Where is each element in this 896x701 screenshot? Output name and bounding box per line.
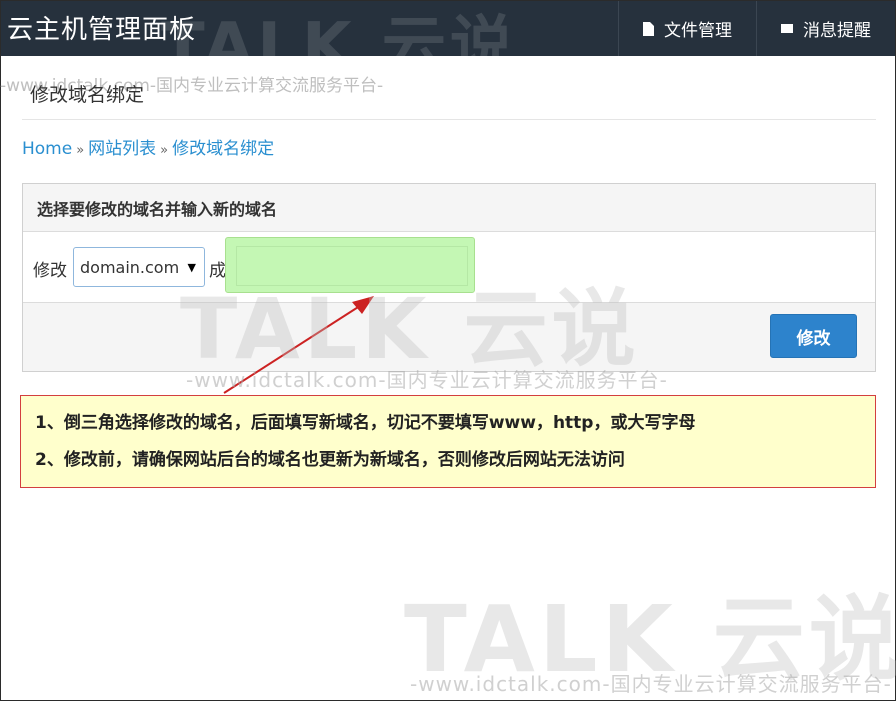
domain-select[interactable]: domain.com ▼: [73, 247, 205, 287]
new-domain-field-highlight: [225, 237, 475, 293]
app-title: 云主机管理面板: [7, 15, 197, 45]
panel-title: 选择要修改的域名并输入新的域名: [23, 184, 875, 232]
breadcrumb-separator: »: [76, 143, 85, 158]
nav-file-manager[interactable]: 文件管理: [618, 1, 756, 56]
to-label: 成: [209, 261, 226, 281]
mail-icon: [781, 24, 793, 33]
nav-messages-label: 消息提醒: [803, 21, 871, 41]
notice-line: 2、修改前，请确保网站后台的域名也更新为新域名，否则修改后网站无法访问: [35, 450, 625, 470]
breadcrumb: Home» 网站列表» 修改域名绑定: [22, 134, 274, 159]
domain-select-value: domain.com: [80, 257, 180, 277]
file-icon: [643, 21, 654, 36]
page-title: 修改域名绑定: [30, 84, 145, 106]
breadcrumb-current[interactable]: 修改域名绑定: [172, 139, 274, 159]
top-navbar: TALK 云说 云主机管理面板 文件管理 消息提醒: [1, 1, 895, 84]
domain-edit-panel: 选择要修改的域名并输入新的域名 修改 domain.com ▼ 成 修改: [22, 183, 876, 372]
submit-button[interactable]: 修改: [770, 314, 857, 358]
nav-file-manager-label: 文件管理: [664, 21, 732, 41]
panel-body: 修改 domain.com ▼ 成: [23, 232, 875, 303]
divider: [22, 119, 876, 120]
new-domain-input[interactable]: [236, 246, 468, 286]
top-nav: 文件管理 消息提醒: [618, 1, 895, 56]
modify-label: 修改: [33, 261, 67, 281]
panel-footer: 修改: [23, 303, 875, 371]
breadcrumb-home[interactable]: Home: [22, 139, 72, 159]
breadcrumb-separator: »: [160, 143, 169, 158]
chevron-down-icon: ▼: [187, 261, 196, 274]
instruction-notice: 1、倒三角选择修改的域名，后面填写新域名，切记不要填写www，http，或大写字…: [20, 395, 876, 488]
notice-line: 1、倒三角选择修改的域名，后面填写新域名，切记不要填写www，http，或大写字…: [35, 413, 696, 433]
breadcrumb-site-list[interactable]: 网站列表: [88, 139, 156, 159]
nav-messages[interactable]: 消息提醒: [756, 1, 895, 56]
